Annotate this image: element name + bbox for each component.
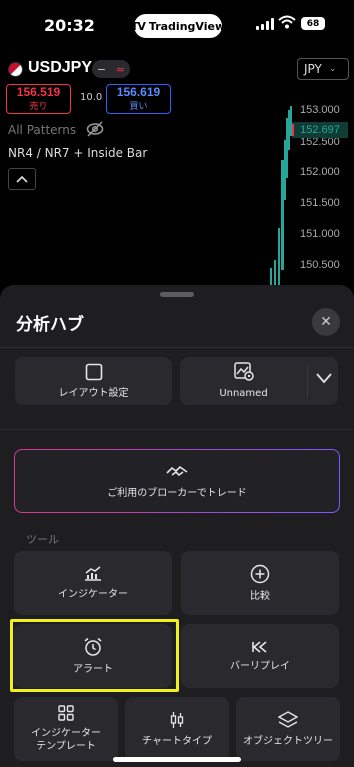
candle [286,118,288,178]
indicators-icon [85,565,101,581]
broker-trade-label: ご利用のブローカーでトレード [107,487,247,499]
layers-icon [278,710,298,728]
candle [292,124,294,136]
chart-type-label: チャートタイプ [142,735,212,747]
price-axis-label: 152.000 [300,166,340,178]
divider [0,429,354,430]
wifi-icon [278,15,296,29]
layout-settings-button[interactable]: レイアウト設定 [15,357,172,405]
trade-with-broker-button[interactable]: ご利用のブローカーでトレード [14,449,340,513]
bar-replay-label: バーリプレイ [230,660,290,672]
price-axis-label: 151.500 [300,197,340,209]
price-candles [270,106,294,290]
buy-price: 156.619 [116,85,161,99]
status-time: 20:32 [44,16,95,35]
buy-label: 買い [129,101,148,111]
chevron-down-icon[interactable] [315,371,333,385]
handshake-icon [166,465,188,476]
analysis-hub-sheet: 分析ハブ ✕ レイアウト設定 Unnamed ご利用のブローカーでトレード ツー… [0,285,354,767]
chart-type-button[interactable]: チャートタイプ [125,697,229,761]
buy-button[interactable]: 156.619 買い [106,84,171,114]
candle [278,228,280,290]
price-axis-label: 153.000 [300,104,340,116]
pattern-name: NR4 / NR7 + Inside Bar [8,146,148,160]
indicators-label: インジケーター [58,588,128,600]
sell-label: 売り [29,101,48,111]
sheet-grabber[interactable] [160,292,194,297]
layout-settings-label: レイアウト設定 [58,387,129,399]
current-price-tag: 152.697 [292,122,348,138]
usdjpy-flag-icon [8,62,23,77]
bar-replay-button[interactable]: バーリプレイ [181,624,339,688]
grid-icon [58,705,74,721]
object-tree-label: オブジェクトツリー [243,735,333,747]
chart-layout-icon [233,362,254,381]
sell-button[interactable]: 156.519 売り [6,84,71,114]
plus-circle-icon [250,564,270,583]
indicator-template-label: インジケーター テンプレート [31,727,101,753]
currency-select[interactable]: JPY ⌄ [297,58,349,80]
battery-icon: 68 [301,17,325,30]
spread-value: 10.0 [80,92,103,103]
price-axis-label: 151.000 [300,228,340,240]
indicator-template-button[interactable]: インジケーター テンプレート [14,697,118,761]
price-axis-label: 150.500 [300,259,340,271]
collapse-button[interactable] [8,168,36,190]
cellular-signal-icon [256,18,274,30]
currency-value: JPY [304,62,322,76]
indicator-template-line1: インジケーター [31,728,101,739]
indicator-template-line2: テンプレート [36,741,96,752]
candle [290,106,292,136]
tools-heading: ツール [26,533,59,546]
candle [284,140,286,200]
compare-button[interactable]: 比較 [181,551,339,615]
close-icon: ✕ [320,314,332,330]
object-tree-button[interactable]: オブジェクトツリー [236,697,340,761]
chart-mode-toggle[interactable]: − ≈ [92,60,130,78]
home-indicator[interactable] [113,757,241,762]
toggle-right: ≈ [115,62,126,76]
compare-label: 比較 [250,590,270,602]
alert-highlight-box [10,619,179,692]
candlestick-icon [170,711,184,728]
unnamed-label: Unnamed [219,388,268,399]
divider [307,365,308,397]
eye-off-icon[interactable] [86,121,104,137]
sell-price: 156.519 [16,85,61,99]
rewind-icon [252,640,267,653]
divider [0,347,354,348]
app-badge-label: TradingView [148,19,226,33]
candle [288,110,290,150]
app-badge[interactable]: TV TradingView [130,14,226,38]
candle [281,160,284,270]
tradingview-logo-icon: TV [130,19,146,33]
symbol-name[interactable]: USDJPY [28,59,92,77]
chevron-up-icon [16,175,28,183]
toggle-left: − [96,62,107,76]
square-icon [85,363,102,380]
chevron-down-icon: ⌄ [328,64,337,74]
all-patterns-label: All Patterns [8,123,77,137]
indicators-button[interactable]: インジケーター [14,551,172,615]
close-button[interactable]: ✕ [312,308,340,336]
status-bar: 20:32 TV TradingView 68 [0,0,354,50]
sheet-title: 分析ハブ [16,315,84,335]
